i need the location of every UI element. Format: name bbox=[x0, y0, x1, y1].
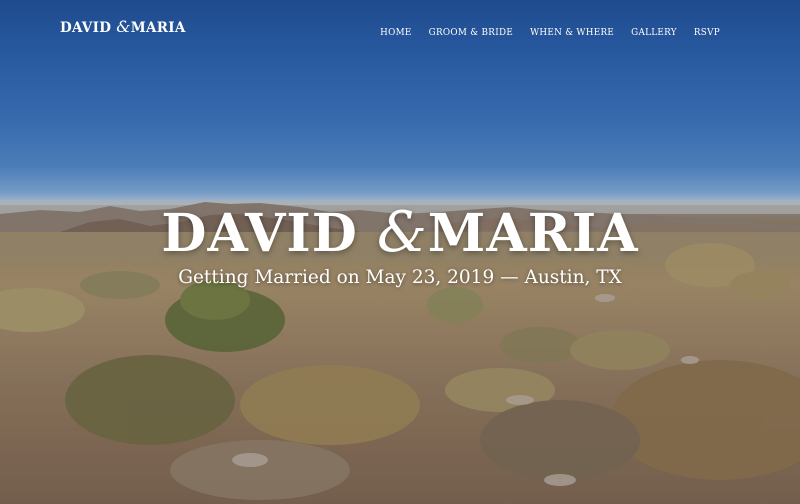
nav-item-home: HOME bbox=[380, 20, 412, 39]
brand-name-right: MARIA bbox=[130, 20, 186, 36]
hero-title: DAVID &MARIA bbox=[0, 203, 800, 264]
nav-link-groom-bride[interactable]: GROOM & BRIDE bbox=[429, 28, 513, 38]
nav-item-gallery: GALLERY bbox=[631, 20, 677, 39]
nav-link-home[interactable]: HOME bbox=[380, 28, 412, 38]
nav-item-groom-bride: GROOM & BRIDE bbox=[429, 20, 513, 39]
hero-title-ampersand: & bbox=[376, 200, 428, 265]
hero-title-right: MARIA bbox=[427, 203, 639, 264]
nav-link-when-where[interactable]: WHEN & WHERE bbox=[530, 28, 614, 38]
brand-name-left: DAVID bbox=[60, 20, 112, 36]
hero-subtitle: Getting Married on May 23, 2019 — Austin… bbox=[178, 267, 622, 288]
nav-link-gallery[interactable]: GALLERY bbox=[631, 28, 677, 38]
brand-ampersand: & bbox=[116, 17, 131, 36]
hero-title-left: DAVID bbox=[161, 203, 358, 264]
nav-item-when-where: WHEN & WHERE bbox=[530, 20, 614, 39]
brand-logo-link[interactable]: DAVID &MARIA bbox=[60, 17, 186, 36]
nav-item-rsvp: RSVP bbox=[694, 20, 720, 39]
main-navigation: HOME GROOM & BRIDE WHEN & WHERE GALLERY … bbox=[380, 20, 720, 39]
nav-link-rsvp[interactable]: RSVP bbox=[694, 28, 720, 38]
